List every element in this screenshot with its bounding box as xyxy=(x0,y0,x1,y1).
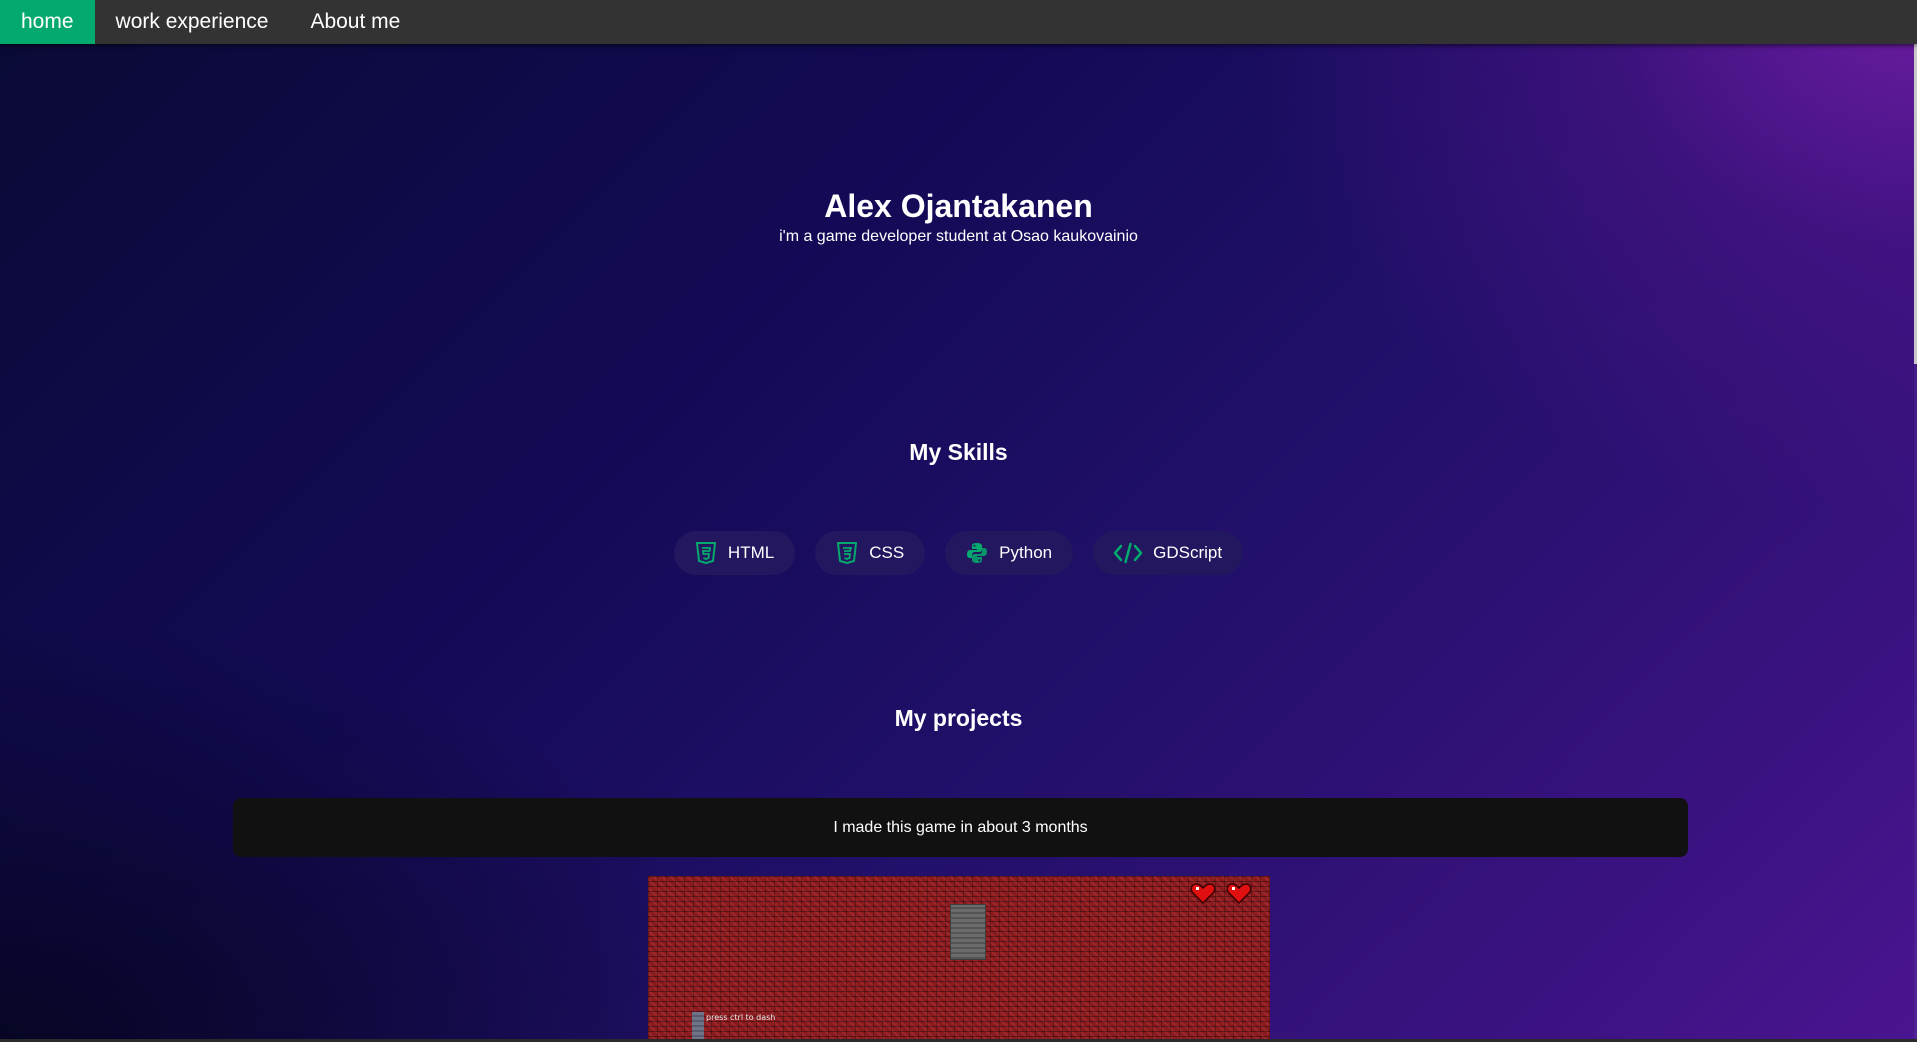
skill-label: CSS xyxy=(869,543,905,562)
skill-css: CSS xyxy=(815,531,926,575)
skill-gdscript: GDScript xyxy=(1093,531,1244,575)
game-hint-text: press ctrl to dash xyxy=(706,1013,776,1022)
css3-icon xyxy=(835,541,859,565)
hero-subtitle: i'm a game developer student at Osao kau… xyxy=(779,228,1138,245)
project-description-banner: I made this game in about 3 months xyxy=(233,798,1688,857)
hero-title: Alex Ojantakanen xyxy=(824,188,1093,224)
skill-python: Python xyxy=(945,531,1074,575)
skill-html: HTML xyxy=(673,531,796,575)
skills-heading: My Skills xyxy=(909,439,1008,465)
game-screenshot: press ctrl to dash xyxy=(648,876,1270,1042)
skills-list: HTML CSS Python GDScript xyxy=(0,531,1917,575)
python-icon xyxy=(965,541,989,565)
hero-section: Alex Ojantakanen i'm a game developer st… xyxy=(0,186,1917,248)
page-background: home work experience About me Alex Ojant… xyxy=(0,0,1917,1042)
skill-label: GDScript xyxy=(1153,543,1223,562)
projects-heading: My projects xyxy=(894,705,1023,731)
html5-icon xyxy=(694,541,718,565)
heart-icon xyxy=(1190,883,1216,905)
heart-icon xyxy=(1226,883,1252,905)
game-door xyxy=(950,904,986,960)
nav-home-link[interactable]: home xyxy=(0,0,95,44)
nav-about-me-link[interactable]: About me xyxy=(289,0,421,44)
skill-label: Python xyxy=(999,543,1053,562)
nav-work-experience-link[interactable]: work experience xyxy=(95,0,290,44)
skill-label: HTML xyxy=(727,543,775,562)
game-pillar xyxy=(692,1012,704,1042)
code-icon xyxy=(1113,541,1143,565)
top-navbar: home work experience About me xyxy=(0,0,1917,44)
